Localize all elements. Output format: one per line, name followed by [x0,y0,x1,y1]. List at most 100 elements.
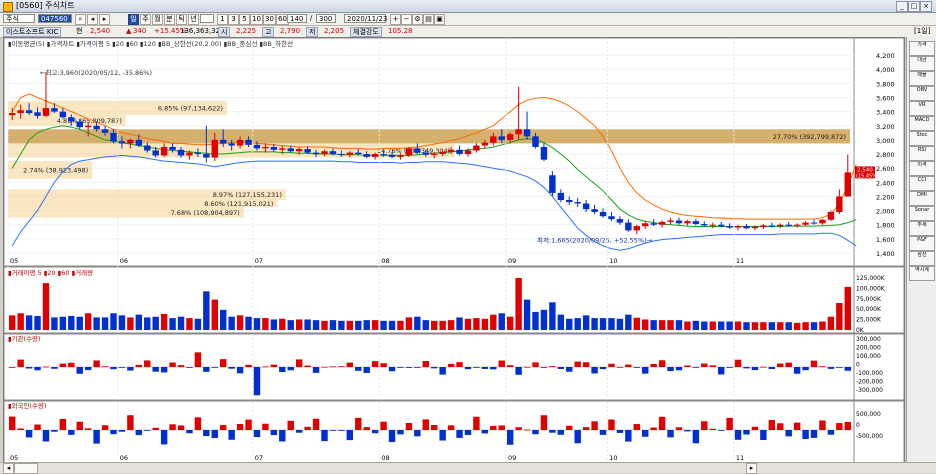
print-icon[interactable]: ▤ [423,14,434,25]
institution-bar [490,367,497,370]
minute-3-button[interactable]: 3 [228,14,239,25]
display-count-input[interactable]: 140 [287,14,307,23]
indicator-button[interactable]: CCI [909,176,935,191]
candle-body [110,132,117,142]
candle-body [405,148,413,156]
indicator-button[interactable]: OBV [909,86,935,101]
low-annotation: 최저:1,665(2020/09/25, +52.55%)→ [537,235,653,244]
candle-body [211,139,218,158]
chart-scrollbar[interactable]: ◂ ▸ [0,462,936,474]
minute-30-button[interactable]: 30 [263,14,276,25]
institution-bar [152,367,159,372]
period-tick-button[interactable]: 틱 [176,14,187,25]
institution-bar [447,363,455,367]
close-button[interactable]: × [920,1,932,12]
institution-bar [51,367,58,369]
indicator-button[interactable]: 대금 [909,56,935,71]
indicator-button[interactable]: 가격 [909,41,935,56]
candle-body [566,199,573,203]
volume-bar [177,316,185,330]
prev-stock-icon[interactable]: ◂ [87,14,98,25]
volume-bar [515,278,522,330]
period-week-button[interactable]: 주 [140,14,151,25]
stock-code-input[interactable]: 047560 [38,14,72,23]
scroll-thumb[interactable] [14,463,38,474]
candle-body [346,152,354,155]
indicator-button[interactable]: 이격 [909,161,935,176]
foreign-bar [599,430,607,435]
indicator-button[interactable]: Stoc [909,131,935,146]
period-month-button[interactable]: 월 [152,14,163,25]
minute-5-button[interactable]: 5 [239,14,250,25]
indicator-button[interactable]: RSI [909,146,935,161]
indicator-button[interactable]: VR [909,101,935,116]
period-minute-button[interactable]: 분 [164,14,175,25]
scroll-right-icon[interactable]: ▸ [746,463,757,474]
current-price-tag-pct: (15.45%) [856,173,879,179]
minimize-button[interactable]: _ [896,1,908,12]
institution-bar [279,367,286,373]
stock-chart-svg[interactable]: 4,200 4,000 3,800 3,600 3,400 3,200 3,000 2,800… [3,37,905,464]
next-stock-icon[interactable]: ▸ [99,14,110,25]
indicator-button[interactable]: 매물 [909,71,935,86]
candle-body [363,154,370,157]
foreign-bar [810,430,818,438]
foreign-bar [675,427,683,430]
volume-bar [557,314,565,330]
period-day-button[interactable]: 일 [128,14,139,25]
search-icon[interactable]: ⌕ [75,14,86,25]
minute-10-button[interactable]: 10 [250,14,263,25]
institution-bar [532,362,539,367]
candle-body [557,192,565,200]
institution-bar [717,367,725,375]
foreign-bar [253,430,261,438]
high-price: 2,790 [280,27,301,35]
foreign-bar [304,426,311,430]
period-year-button[interactable]: 년 [188,14,199,25]
zoom-out-icon[interactable]: − [401,14,412,25]
maximize-button[interactable]: □ [908,1,920,12]
institution-bar [591,367,598,374]
indicator-button[interactable]: P&F [909,236,935,251]
institution-bar [675,367,683,371]
volume-tick-label: 75,000K [856,296,882,303]
total-count-input[interactable]: 300 [316,14,336,23]
institution-bar [346,362,354,367]
indicator-button[interactable]: DMI [909,191,935,206]
candle-body [144,145,151,151]
date-input[interactable]: 2020/11/23 [344,14,387,23]
foreign-bar [338,430,345,431]
market-select[interactable]: 주식 [3,14,35,23]
institution-bar [135,364,143,367]
foreign-bar [245,419,252,430]
minute-1-button[interactable]: 1 [217,14,228,25]
indicator-button[interactable]: 삼선 [909,251,935,266]
indicator-button[interactable]: Sonar [909,206,935,221]
price-tick-label: 4,000 [876,66,895,74]
volume-profile-label: 6.85% (97,134,622) [158,105,223,113]
volume-tick-label: 50,000K [856,306,882,313]
price-tick-label: 3,600 [876,94,895,102]
price-tick-label: 3,800 [876,80,895,88]
scroll-left-icon[interactable]: ◂ [3,463,14,474]
institution-bar [557,367,565,369]
foreign-bar [549,430,556,433]
volume-bar [397,320,404,330]
foreign-bar [456,430,463,438]
period-interval-input[interactable] [200,14,214,23]
foreign-bar [684,430,691,432]
foreign-bar [101,425,109,430]
volume-bar [355,320,362,330]
indicator-button[interactable]: 역시계 [909,266,935,281]
institution-bar [515,367,522,375]
indicator-button[interactable]: 추세 [909,221,935,236]
foreign-tick-label: 0 [856,422,860,429]
indicator-button[interactable]: MACD [909,116,935,131]
x-tick-label: 10 [609,257,617,265]
save-icon[interactable]: ▣ [434,14,445,25]
institution-bar [549,366,556,367]
chart-area[interactable]: 4,200 4,000 3,800 3,600 3,400 3,200 3,000 2,800… [3,37,905,464]
settings-icon[interactable]: ⚙ [412,14,423,25]
foreign-bar [186,430,193,434]
zoom-in-icon[interactable]: + [390,14,401,25]
